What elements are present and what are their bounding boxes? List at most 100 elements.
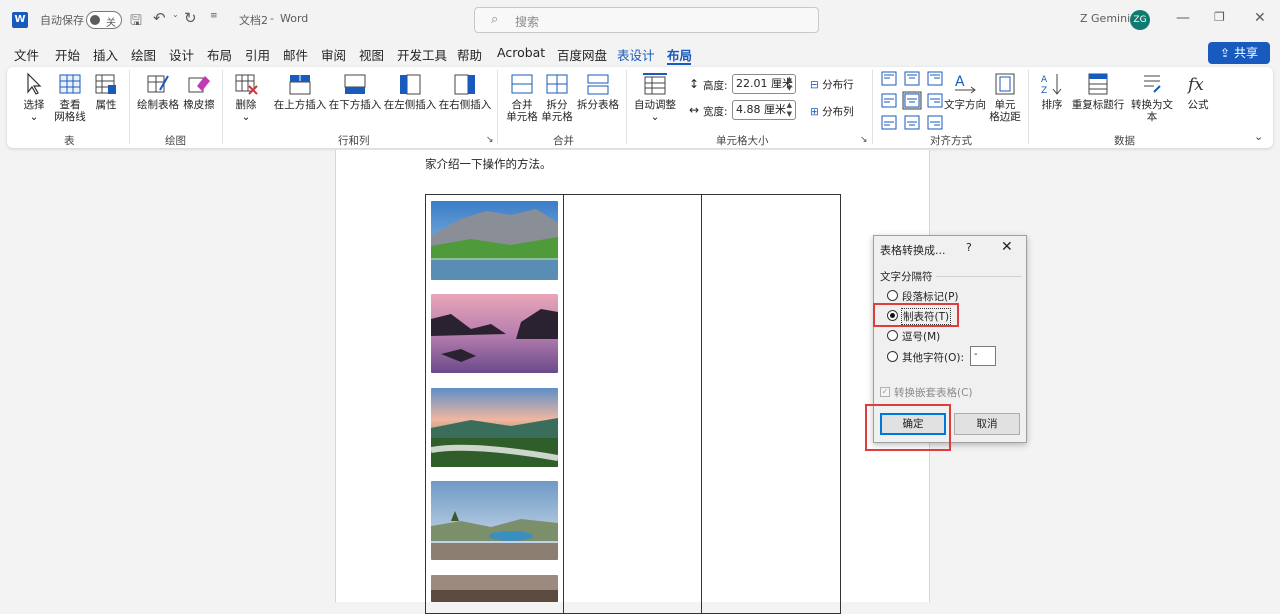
view-gridlines-button[interactable]: 查看 网格线 [53,72,87,123]
formula-button[interactable]: fx 公式 [1183,72,1213,111]
distribute-rows-icon: ⊟ [810,79,819,91]
option-paragraph-mark[interactable]: 段落标记(P) [902,289,959,304]
redo-icon[interactable]: ↻ [184,9,197,27]
tab-help[interactable]: 帮助 [457,45,482,64]
distribute-rows-button[interactable]: ⊟ 分布行 [810,77,854,92]
select-button[interactable]: 选择 ⌄ [18,72,50,123]
share-button[interactable]: ⇪ 共享 [1208,42,1270,64]
group-label-merge: 合并 [553,135,574,147]
height-spinner[interactable]: ▲ ▼ [787,75,792,93]
cell-margins-icon [995,73,1015,95]
highlight-tab-option [873,303,959,327]
dusk-landscape-photo[interactable] [431,575,558,602]
insert-left-button[interactable]: 在左侧插入 [383,72,437,111]
tab-baidu-netdisk[interactable]: 百度网盘 [557,45,607,64]
delete-table-icon [235,74,258,95]
width-value: 4.88 厘米 [736,103,786,116]
coastal-lake-photo[interactable] [431,481,558,560]
save-icon[interactable]: 🖫 [130,10,142,34]
tab-file[interactable]: 文件 [14,45,39,64]
collapse-ribbon-icon[interactable]: ⌄ [1254,130,1263,143]
delete-button[interactable]: 删除 ⌄ [229,72,263,123]
other-char-input[interactable]: - [970,346,996,366]
avatar[interactable]: ZG [1130,10,1150,30]
text-direction-icon: A [955,74,976,94]
tab-acrobat[interactable]: Acrobat [497,45,545,60]
sort-button[interactable]: AZ 排序 [1037,72,1067,111]
split-cells-icon [546,74,568,94]
sunset-rocks-photo[interactable] [431,294,558,373]
ribbon-separator [129,70,130,144]
undo-dropdown-icon[interactable]: ⌄ [172,10,179,19]
search-placeholder: 搜索 [515,15,540,29]
tab-home[interactable]: 开始 [55,45,80,64]
ribbon-separator [1028,70,1029,144]
user-name[interactable]: Z Gemini [1080,12,1130,25]
insert-right-button[interactable]: 在右侧插入 [438,72,492,111]
autosave-toggle[interactable]: 关 [86,11,122,29]
insert-above-button[interactable]: 在上方插入 [273,72,327,111]
split-table-button[interactable]: 拆分表格 [576,72,620,111]
insert-below-button[interactable]: 在下方插入 [328,72,382,111]
radio-comma[interactable] [887,330,898,341]
tab-view[interactable]: 视图 [359,45,384,64]
width-field[interactable]: 4.88 厘米 ▲ ▼ [732,100,796,120]
tab-table-layout[interactable]: 布局 [667,45,692,64]
option-comma[interactable]: 逗号(M) [902,329,940,344]
radio-other-char[interactable] [887,351,898,362]
height-field[interactable]: 22.01 厘米 ▲ ▼ [732,74,796,94]
text-direction-button[interactable]: A 文字方向 [944,72,986,111]
table-properties-icon [95,74,116,94]
mountain-lake-photo[interactable] [431,201,558,280]
group-label-table: 表 [64,135,75,147]
flower-meadow-photo[interactable] [431,388,558,467]
eraser-icon [188,76,210,93]
search-input[interactable]: ⌕ 搜索 [474,7,819,33]
width-spinner[interactable]: ▲ ▼ [787,101,792,119]
merge-cells-icon [511,74,533,94]
undo-icon[interactable]: ↶ [153,9,166,27]
height-label: 高度: [703,80,728,92]
tab-developer[interactable]: 开发工具 [397,45,447,64]
tab-review[interactable]: 审阅 [321,45,346,64]
merge-cells-button[interactable]: 合并 单元格 [505,72,539,123]
eraser-button[interactable]: 橡皮擦 [182,72,216,111]
distribute-cols-button[interactable]: ⊞ 分布列 [810,104,854,119]
properties-button[interactable]: 属性 [91,72,121,111]
tab-draw[interactable]: 绘图 [131,45,156,64]
share-label: 共享 [1233,46,1258,60]
draw-table-button[interactable]: 绘制表格 [135,72,181,111]
col-width-icon: ↔ [689,103,700,117]
group-label-rows-cols: 行和列 [338,135,370,147]
option-other-char[interactable]: 其他字符(O): [902,350,964,365]
draw-table-icon [147,75,169,93]
cell-margins-button[interactable]: 单元 格边距 [988,72,1022,123]
repeat-header-button[interactable]: 重复标题行 [1071,72,1125,111]
rows-cols-launcher-icon[interactable]: ↘ [486,135,494,145]
group-label-data: 数据 [1114,135,1135,147]
alignment-grid-icons [881,71,943,130]
tab-references[interactable]: 引用 [245,45,270,64]
restore-icon[interactable]: ❐ [1214,10,1225,24]
insert-right-icon [454,74,475,95]
split-cells-button[interactable]: 拆分 单元格 [540,72,574,123]
tab-table-design[interactable]: 表设计 [617,45,655,64]
tab-layout[interactable]: 布局 [207,45,232,64]
close-icon[interactable]: ✕ [1001,239,1013,255]
radio-paragraph-mark[interactable] [887,290,898,301]
table-column-border [701,194,702,614]
highlight-ok-button [865,404,951,451]
cancel-button[interactable]: 取消 [954,413,1020,435]
tab-mailings[interactable]: 邮件 [283,45,308,64]
help-button[interactable]: ? [966,241,972,254]
nested-checkbox[interactable]: ✓ [880,387,890,397]
tab-insert[interactable]: 插入 [93,45,118,64]
cell-size-launcher-icon[interactable]: ↘ [860,135,868,145]
minimize-icon[interactable]: — [1176,10,1190,26]
close-window-icon[interactable]: ✕ [1254,10,1266,26]
autofit-button[interactable]: 自动调整 ⌄ [633,72,677,123]
dialog-title: 表格转换成... [880,244,946,257]
convert-to-text-button[interactable]: 转换为文本 [1126,72,1178,123]
customize-qat-icon[interactable]: ≡ [210,11,218,21]
tab-design[interactable]: 设计 [169,45,194,64]
